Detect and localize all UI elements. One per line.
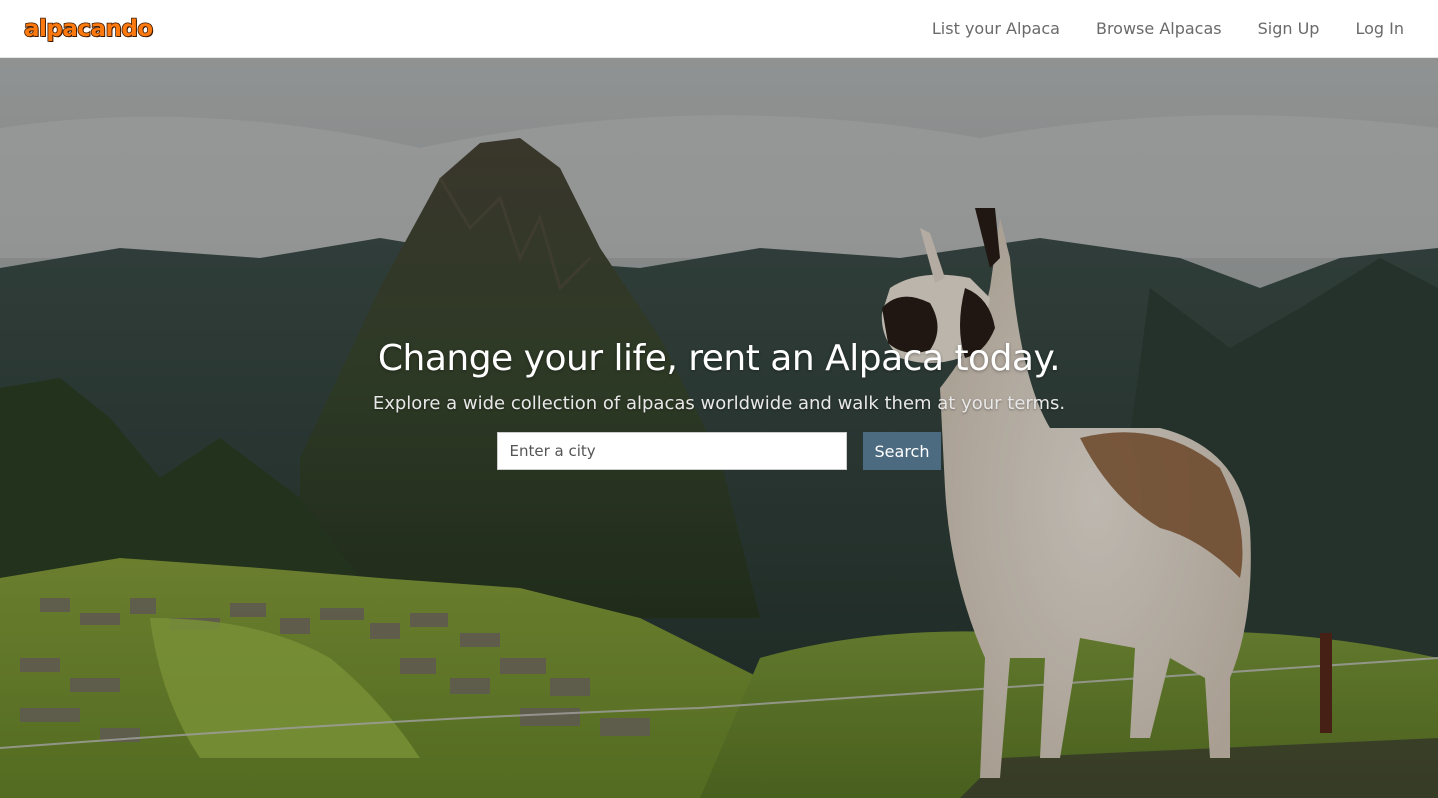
hero-content: Change your life, rent an Alpaca today. … [0, 338, 1438, 470]
nav-link-list-your-alpaca[interactable]: List your Alpaca [932, 19, 1060, 38]
search-form: Search [496, 432, 942, 470]
hero-title: Change your life, rent an Alpaca today. [377, 338, 1061, 379]
nav-link-browse-alpacas[interactable]: Browse Alpacas [1096, 19, 1222, 38]
hero-section: Change your life, rent an Alpaca today. … [0, 58, 1438, 798]
brand-logo[interactable]: alpacando [23, 15, 154, 43]
hero-subtitle: Explore a wide collection of alpacas wor… [372, 393, 1066, 414]
city-search-input[interactable] [496, 432, 847, 470]
navbar: alpacando List your Alpaca Browse Alpaca… [0, 0, 1438, 58]
nav-link-log-in[interactable]: Log In [1355, 19, 1404, 38]
nav-link-sign-up[interactable]: Sign Up [1258, 19, 1320, 38]
nav-links: List your Alpaca Browse Alpacas Sign Up … [932, 19, 1404, 38]
search-button[interactable]: Search [862, 432, 942, 470]
